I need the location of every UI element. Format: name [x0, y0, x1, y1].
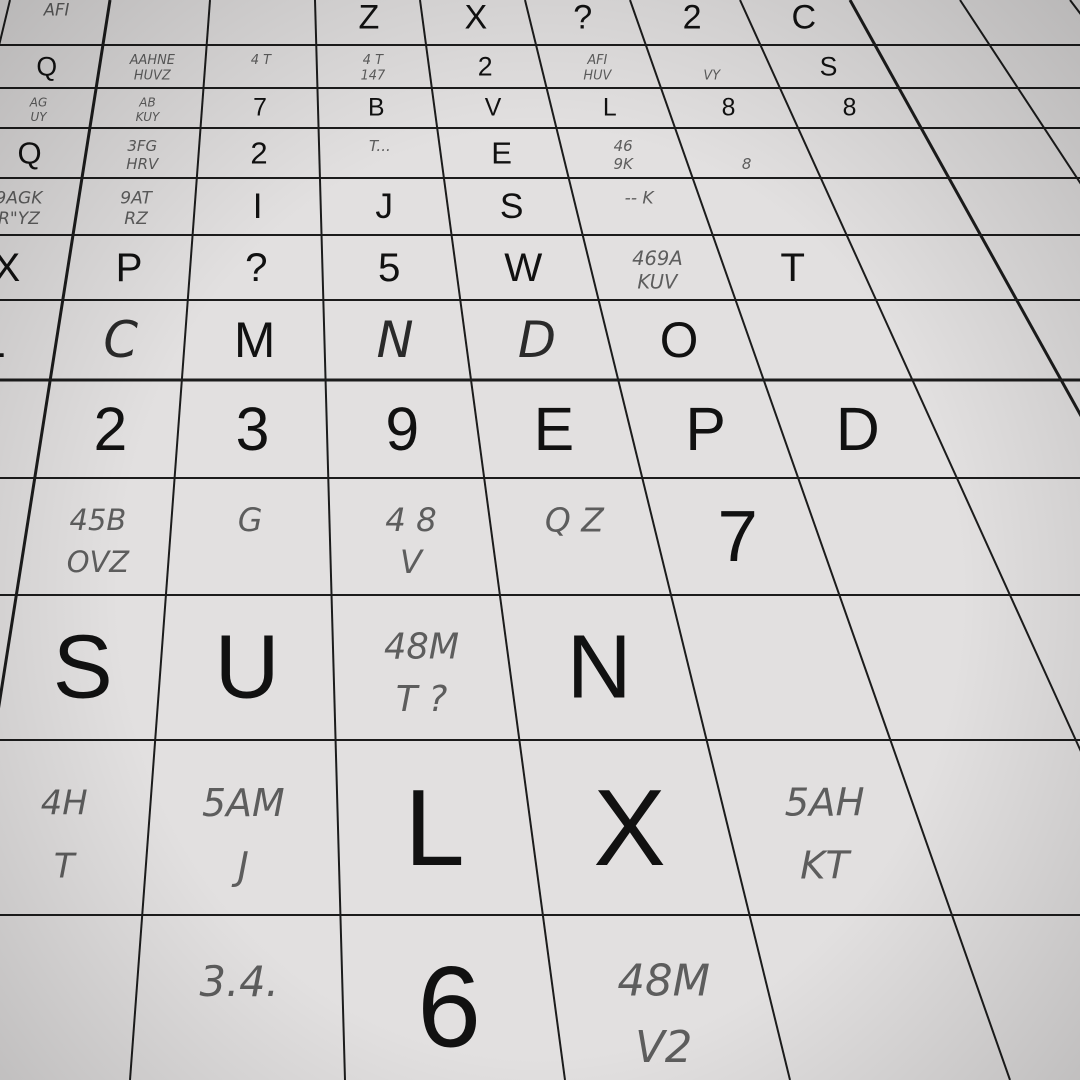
printed-cell-character: 5	[378, 245, 400, 290]
printed-cell-character: C	[792, 0, 817, 37]
pencil-note: Q Z	[545, 501, 605, 540]
pencil-note: AFI	[43, 0, 70, 19]
pencil-note: 46	[614, 137, 633, 155]
printed-cell-character: 9	[385, 395, 419, 463]
printed-cell-character: S	[820, 52, 838, 82]
pencil-note: VY	[703, 68, 721, 83]
pencil-note: 9AGK	[0, 189, 44, 209]
printed-cell-character: Q	[36, 52, 57, 82]
pencil-note: AG	[29, 95, 48, 109]
pencil-note: KT	[800, 844, 852, 889]
pencil-note: AB	[138, 95, 155, 109]
pencil-note: G	[238, 501, 263, 539]
printed-cell-character: ?	[573, 0, 592, 37]
pencil-note: 5AH	[785, 781, 865, 826]
printed-cell-character: 7	[718, 496, 758, 577]
printed-cell-character: C	[103, 311, 138, 369]
pencil-note: UY	[30, 110, 48, 124]
pencil-note: 9K	[613, 155, 634, 173]
printed-cell-character: J	[375, 187, 393, 226]
printed-cell-character: T	[780, 245, 805, 290]
printed-cell-character: N	[376, 311, 413, 369]
puzzle-grid: RAFIZX?2C1QAAHNEHUVZ4 T4 T1472AFIHUVVYSA…	[0, 0, 1080, 1080]
pencil-note: 4 T	[363, 53, 384, 68]
printed-cell-character: 2	[250, 136, 267, 171]
pencil-note: 469A	[632, 247, 683, 270]
printed-cell-character: W	[504, 245, 542, 290]
pencil-note: 5AM	[202, 781, 285, 825]
pencil-note: 4 T	[251, 53, 272, 68]
printed-cell-character: ?	[245, 245, 267, 290]
printed-cell-character: 2	[683, 0, 702, 37]
printed-cell-character: 2	[93, 395, 127, 463]
pencil-note: KUY	[136, 110, 161, 124]
pencil-note: R"YZ	[0, 209, 41, 229]
pencil-note: HRV	[126, 155, 160, 173]
pencil-note: T ?	[396, 679, 447, 720]
printed-cell-character: 8	[843, 95, 857, 122]
printed-cell-character: O	[660, 312, 699, 368]
printed-cell-character: L	[603, 95, 617, 122]
pencil-note: HUV	[583, 68, 612, 83]
printed-cell-character: Z	[359, 0, 380, 37]
pencil-note: 48M	[617, 957, 710, 1007]
printed-cell-character: Q	[17, 136, 41, 171]
pencil-note: 4 8	[385, 501, 437, 539]
pencil-note: AFI	[586, 53, 607, 68]
printed-cell-character: X	[593, 767, 665, 888]
pencil-note: 45B	[70, 503, 127, 537]
pencil-note: AAHNE	[129, 53, 176, 68]
pencil-note: 147	[361, 68, 386, 83]
printed-cell-character: E	[491, 136, 512, 171]
pencil-note: OVZ	[67, 545, 131, 579]
printed-cell-character: D	[836, 395, 880, 463]
puzzle-photo: RAFIZX?2C1QAAHNEHUVZ4 T4 T1472AFIHUVVYSA…	[0, 0, 1080, 1080]
printed-cell-character: P	[685, 395, 726, 463]
printed-cell-character: U	[215, 618, 280, 718]
printed-cell-character: 1	[0, 312, 6, 368]
printed-cell-character: I	[253, 187, 263, 226]
pencil-note: 4H	[41, 784, 88, 823]
printed-cell-character: S	[500, 187, 524, 226]
printed-cell-character: 2	[478, 52, 493, 82]
printed-cell-character: B	[368, 95, 385, 122]
pencil-note: 9AT	[120, 189, 153, 209]
paper-sheet	[0, 0, 1080, 1080]
pencil-note: HUVZ	[134, 68, 172, 83]
printed-cell-character: X	[0, 245, 20, 290]
pencil-note: T	[54, 847, 77, 886]
pencil-note: V2	[635, 1023, 692, 1073]
printed-cell-character: 7	[253, 95, 267, 122]
printed-cell-character: E	[534, 395, 575, 463]
printed-cell-character: P	[116, 245, 143, 290]
pencil-note: 48M	[384, 627, 459, 668]
pencil-note: 3FG	[127, 137, 157, 155]
printed-cell-character: M	[234, 312, 275, 368]
pencil-note: KUV	[637, 270, 679, 293]
printed-cell-character: 3	[236, 395, 270, 463]
printed-cell-character: X	[464, 0, 487, 37]
pencil-note: 3.4.	[200, 957, 279, 1006]
printed-cell-character: D	[518, 311, 556, 369]
pencil-note: RZ	[124, 209, 149, 229]
printed-cell-character: 8	[722, 95, 736, 122]
printed-cell-character: S	[53, 618, 113, 718]
printed-cell-character: L	[404, 767, 464, 888]
pencil-note: V	[400, 543, 425, 581]
printed-cell-character: N	[567, 618, 632, 718]
pencil-note: -- K	[625, 189, 656, 209]
printed-cell-character: 6	[417, 944, 481, 1072]
pencil-note: 8	[742, 155, 752, 173]
pencil-note: T...	[369, 137, 391, 155]
printed-cell-character: V	[485, 95, 502, 122]
